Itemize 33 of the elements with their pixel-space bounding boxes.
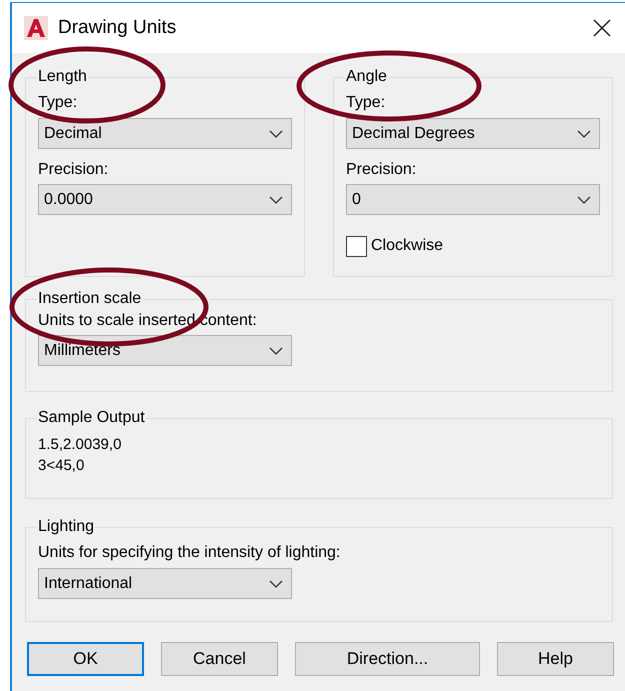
field-label: Precision: — [38, 160, 110, 180]
group-legend: Lighting — [37, 517, 96, 537]
sample-output-line: 1.5,2.0039,0 — [38, 435, 122, 455]
group-legend: Angle — [345, 67, 388, 87]
group-legend: Length — [37, 67, 88, 87]
field-label: Type: — [38, 93, 78, 113]
dropdown[interactable]: International — [38, 568, 292, 599]
chevron-down-icon — [577, 196, 591, 204]
dropdown[interactable]: 0 — [346, 184, 600, 215]
group-legend: Insertion scale — [37, 289, 142, 309]
dropdown[interactable]: Decimal Degrees — [346, 118, 600, 149]
dialog-button[interactable]: OK — [27, 642, 144, 676]
chevron-down-icon — [269, 130, 283, 138]
sample-output-line: 3<45,0 — [38, 456, 84, 476]
field-label: Precision: — [346, 160, 418, 180]
app-logo-icon — [24, 16, 48, 40]
chevron-down-icon — [269, 580, 283, 588]
dialog-button[interactable]: Help — [497, 642, 614, 676]
chevron-down-icon — [269, 346, 283, 354]
dialog-button[interactable]: Direction... — [295, 642, 480, 676]
dialog-button[interactable]: Cancel — [161, 642, 278, 676]
clockwise-checkbox[interactable]: Clockwise — [346, 234, 444, 258]
dropdown[interactable]: Millimeters — [38, 335, 292, 366]
field-label: Units for specifying the intensity of lighting: — [38, 543, 342, 563]
group-legend: Sample Output — [37, 408, 146, 428]
checkbox[interactable] — [346, 236, 367, 256]
dropdown[interactable]: Decimal — [38, 118, 292, 149]
chevron-down-icon — [269, 196, 283, 204]
dropdown[interactable]: 0.0000 — [38, 184, 292, 215]
field-label: Type: — [346, 93, 386, 113]
close-icon — [593, 19, 611, 37]
window-title: Drawing Units — [58, 16, 176, 40]
chevron-down-icon — [577, 130, 591, 138]
